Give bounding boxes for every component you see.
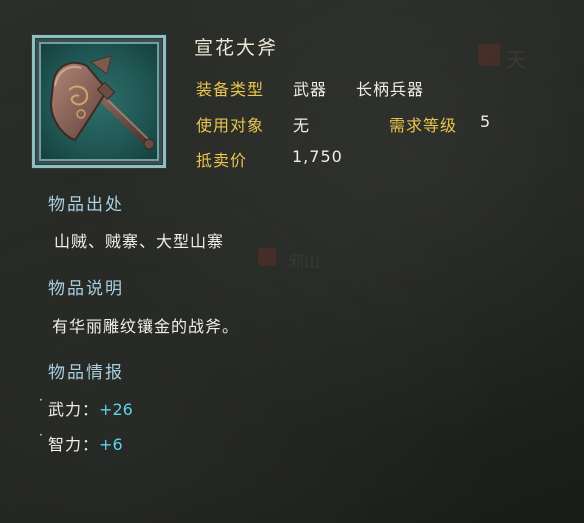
stat-row: · 智力：+6 <box>39 428 123 455</box>
background-mark: 邪山 <box>288 252 321 271</box>
equip-type-label: 装备类型 <box>196 80 265 99</box>
description-text: 有华丽雕纹镶金的战斧。 <box>52 317 240 336</box>
source-text: 山贼、贼寨、大型山寨 <box>54 232 225 251</box>
seal-mark <box>478 44 500 66</box>
user-label: 使用对象 <box>196 116 265 135</box>
price-label: 抵卖价 <box>196 151 248 170</box>
equip-type-value-2: 长柄兵器 <box>356 80 425 99</box>
price-value: 1,750 <box>292 147 343 166</box>
battle-axe-icon <box>49 55 155 150</box>
stat-name: 智力 <box>48 435 83 454</box>
info-heading: 物品情报 <box>48 363 124 383</box>
stat-colon: ： <box>82 435 100 454</box>
stat-value: +26 <box>99 400 133 419</box>
item-icon-slot <box>39 42 159 161</box>
equip-type-value-1: 武器 <box>293 80 328 99</box>
item-name: 宣花大斧 <box>194 37 279 59</box>
stat-colon: ： <box>82 400 100 419</box>
seal-mark <box>258 248 276 266</box>
stat-name: 武力 <box>48 400 83 419</box>
stat-value: +6 <box>99 435 123 454</box>
description-heading: 物品说明 <box>48 279 124 299</box>
bullet-icon: · <box>39 428 44 442</box>
stat-row: · 武力：+26 <box>39 393 133 420</box>
level-label: 需求等级 <box>389 116 458 135</box>
item-tooltip: 天 邪山 宣花大斧 装备类型 武器 长柄兵器 使用对象 无 需求等级 5 抵卖价… <box>0 0 584 523</box>
user-value: 无 <box>293 116 311 135</box>
level-value: 5 <box>480 112 492 131</box>
source-heading: 物品出处 <box>48 195 124 215</box>
background-mark: 天 <box>506 48 526 72</box>
item-icon-frame <box>32 35 166 168</box>
bullet-icon: · <box>39 393 44 407</box>
